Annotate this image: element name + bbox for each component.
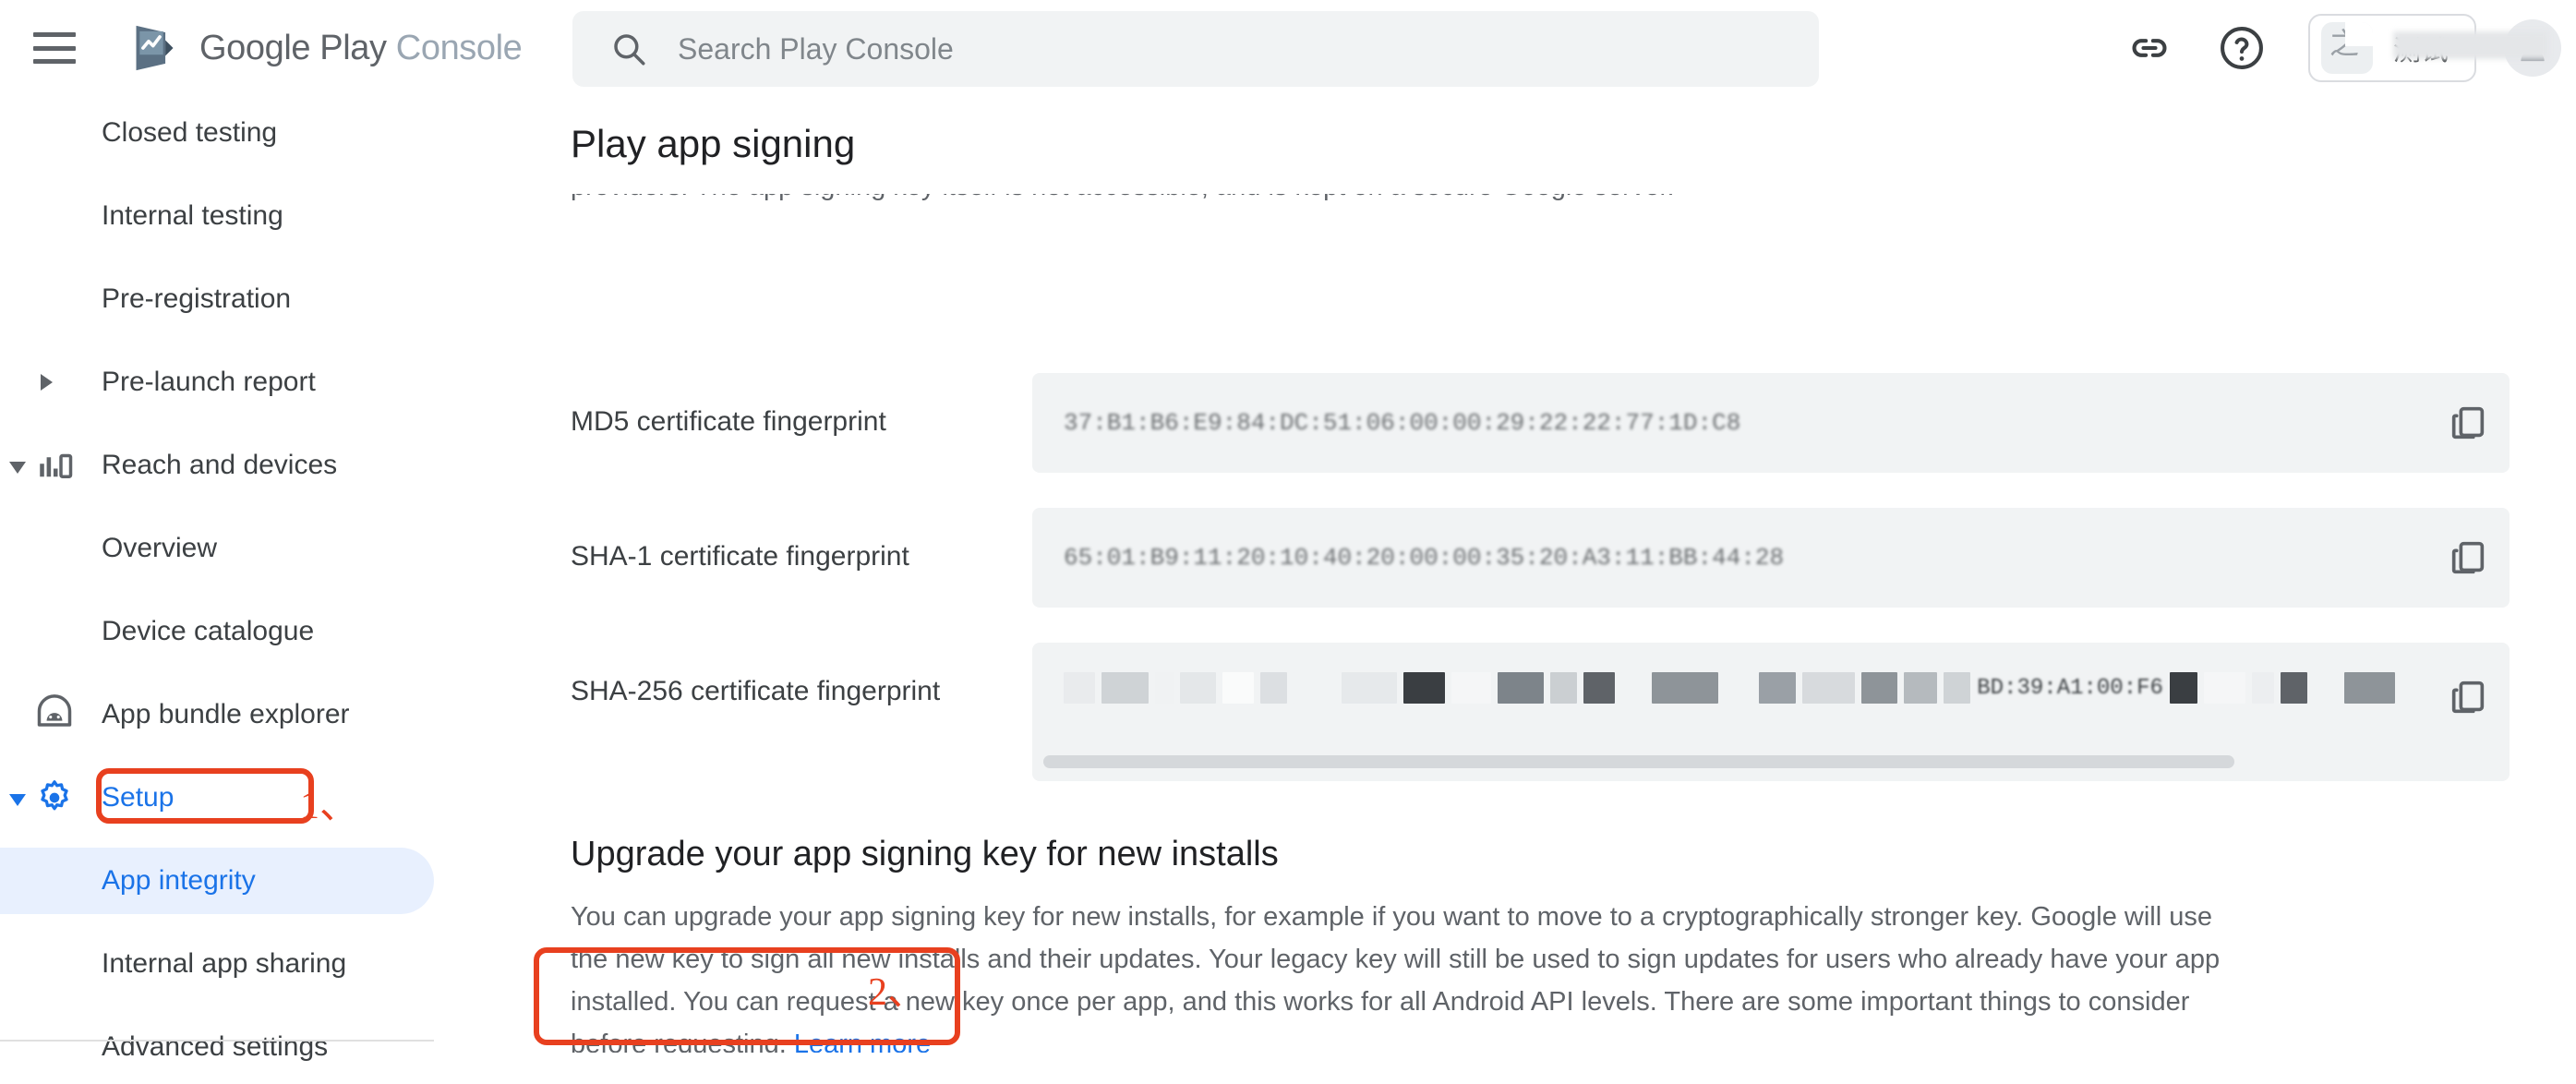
copy-icon[interactable] <box>2426 402 2510 444</box>
brand-title: Google Play Console <box>199 28 523 68</box>
upgrade-section-title: Upgrade your app signing key for new ins… <box>571 835 1279 873</box>
sidebar-item-label: Advanced settings <box>102 1031 329 1062</box>
sidebar-item-pre-launch-report[interactable]: Pre-launch report <box>0 345 469 419</box>
fingerprint-row-sha256: SHA-256 certificate fingerprint BD:39:A1… <box>571 643 2510 781</box>
sidebar-item-reach-and-devices[interactable]: Reach and devices <box>0 428 469 502</box>
chevron-down-icon[interactable] <box>9 794 26 806</box>
app-header: Google Play Console Search Play Console <box>0 0 2576 96</box>
link-icon[interactable] <box>2124 22 2175 74</box>
fingerprint-row-sha1: SHA-1 certificate fingerprint 65:01:B9:1… <box>571 508 2510 608</box>
sidebar-item-app-bundle-explorer[interactable]: App bundle explorer <box>0 678 469 752</box>
sidebar-item-internal-testing[interactable]: Internal testing <box>0 179 469 253</box>
sidebar-item-internal-app-sharing[interactable]: Internal app sharing <box>0 927 469 1001</box>
gear-icon <box>33 777 76 819</box>
fingerprint-label: SHA-1 certificate fingerprint <box>571 541 909 572</box>
search-placeholder: Search Play Console <box>678 31 954 66</box>
horizontal-scrollbar[interactable] <box>1043 755 2410 768</box>
fingerprint-row-md5: MD5 certificate fingerprint 37:B1:B6:E9:… <box>571 373 2510 473</box>
android-bundle-icon <box>33 693 76 736</box>
sidebar-item-label: Overview <box>102 533 218 563</box>
app-selector-chip[interactable]: 之 测试 <box>2308 14 2548 82</box>
learn-more-link[interactable]: Learn more <box>794 1030 931 1053</box>
brand-primary-text: Google Play <box>199 28 387 67</box>
sidebar-item-label: Internal testing <box>102 200 283 231</box>
sidebar-navigation: Closed testing Internal testing Pre-regi… <box>0 96 469 1062</box>
sidebar-item-advanced-settings[interactable]: Advanced settings <box>0 1010 469 1084</box>
sidebar-item-label: Pre-registration <box>102 283 292 314</box>
sidebar-item-label: Device catalogue <box>102 616 315 646</box>
scrollbar-thumb[interactable] <box>1043 755 2234 768</box>
sidebar-item-overview[interactable]: Overview <box>0 512 469 585</box>
help-circle-icon[interactable] <box>2216 22 2268 74</box>
chevron-right-icon[interactable] <box>41 374 53 391</box>
sidebar-item-label: Reach and devices <box>102 450 338 480</box>
copy-icon[interactable] <box>2426 536 2510 579</box>
copy-icon[interactable] <box>2426 643 2510 718</box>
google-play-console-logo-icon <box>136 25 174 71</box>
app-selector-label: 测试 <box>2393 28 2548 68</box>
sidebar-item-label: App integrity <box>102 865 256 896</box>
bar-chart-device-icon <box>33 444 76 487</box>
clipped-intro-paragraph: providers. The app signing key itself is… <box>571 194 1675 214</box>
fingerprint-label: MD5 certificate fingerprint <box>571 406 886 437</box>
sidebar-item-device-catalogue[interactable]: Device catalogue <box>0 595 469 668</box>
fingerprint-value-box[interactable]: 65:01:B9:11:20:10:40:20:00:00:35:20:A3:1… <box>1032 508 2510 608</box>
redaction-blocks: BD:39:A1:00:F6 <box>1064 672 2396 704</box>
fingerprint-label: SHA-256 certificate fingerprint <box>571 676 941 706</box>
sidebar-item-setup[interactable]: Setup <box>0 761 469 835</box>
chevron-down-icon[interactable] <box>9 462 26 474</box>
sidebar-item-label: Closed testing <box>102 117 278 148</box>
header-actions: 之 测试 <box>2124 0 2576 96</box>
main-content: Play app signing providers. The app sign… <box>469 96 2576 1053</box>
search-input[interactable]: Search Play Console <box>572 11 1819 87</box>
redaction-overlay <box>2393 31 2548 59</box>
app-thumbnail-icon: 之 <box>2321 22 2373 74</box>
page-title: Play app signing <box>571 122 856 165</box>
sidebar-item-label: Setup <box>102 782 175 813</box>
fingerprint-value-box[interactable]: 37:B1:B6:E9:84:DC:51:06:00:00:29:22:22:7… <box>1032 373 2510 473</box>
brand-logo-group[interactable]: Google Play Console <box>127 21 523 75</box>
sidebar-item-app-integrity[interactable]: App integrity <box>0 844 469 918</box>
upgrade-section-body: You can upgrade your app signing key for… <box>571 896 2223 1053</box>
search-icon <box>614 34 645 66</box>
fingerprint-value: BD:39:A1:00:F6 <box>1977 675 2163 701</box>
sidebar-item-pre-registration[interactable]: Pre-registration <box>0 262 469 336</box>
fingerprint-value: 37:B1:B6:E9:84:DC:51:06:00:00:29:22:22:7… <box>1064 409 1741 437</box>
sidebar-item-label: Internal app sharing <box>102 948 347 979</box>
sidebar-item-closed-testing[interactable]: Closed testing <box>0 96 469 170</box>
sidebar-item-label: Pre-launch report <box>102 367 316 397</box>
fingerprint-value-box[interactable]: BD:39:A1:00:F6 <box>1032 643 2510 781</box>
sidebar-divider <box>0 1040 434 1042</box>
sidebar-item-label: App bundle explorer <box>102 699 350 729</box>
brand-secondary-text: Console <box>395 28 523 67</box>
hamburger-menu-icon[interactable] <box>33 32 76 64</box>
fingerprint-value: 65:01:B9:11:20:10:40:20:00:00:35:20:A3:1… <box>1064 544 1785 572</box>
